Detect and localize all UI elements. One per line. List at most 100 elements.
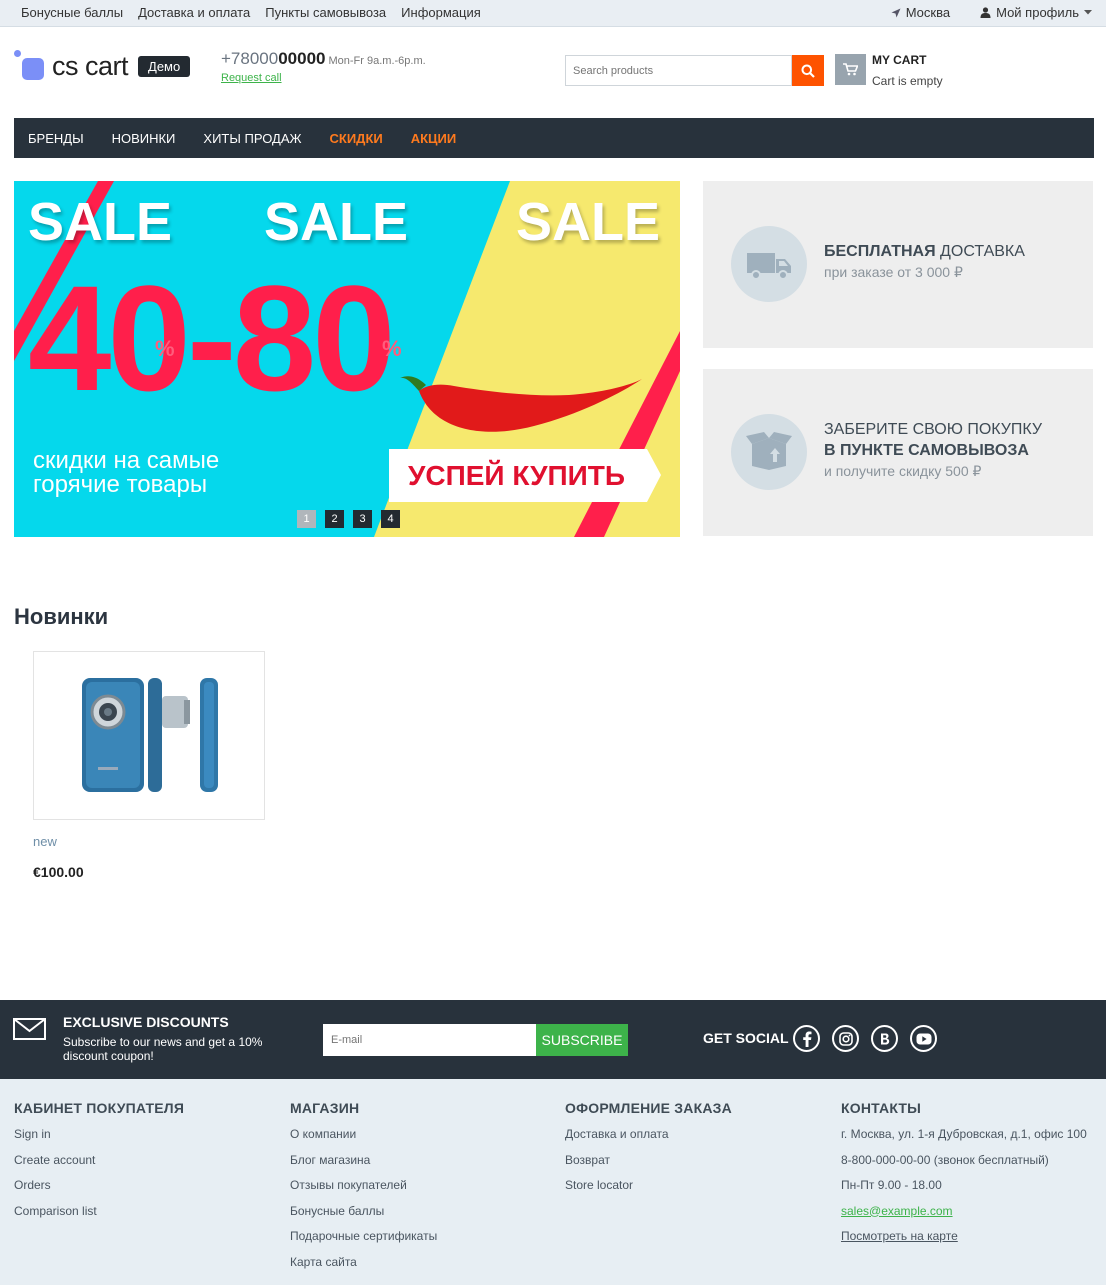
footer-link-blog[interactable]: Блог магазина (290, 1153, 437, 1179)
footer-link-delivery[interactable]: Доставка и оплата (565, 1127, 732, 1153)
cart-button[interactable] (835, 54, 866, 85)
contact-address: г. Москва, ул. 1-я Дубровская, д.1, офис… (841, 1127, 1087, 1141)
subscribe-text: Subscribe to our news and get a 10% disc… (63, 1035, 263, 1063)
nav-item-bestsellers[interactable]: ХИТЫ ПРОДАЖ (203, 131, 301, 146)
map-link[interactable]: Посмотреть на карте (841, 1229, 1087, 1255)
promo-delivery-text: БЕСПЛАТНАЯ ДОСТАВКА при заказе от 3 000 … (824, 241, 1025, 283)
truck-icon (731, 226, 807, 302)
youtube-icon[interactable] (910, 1025, 937, 1052)
top-link-delivery[interactable]: Доставка и оплата (138, 5, 250, 20)
promo-free-delivery[interactable]: БЕСПЛАТНАЯ ДОСТАВКА при заказе от 3 000 … (703, 181, 1093, 348)
product-name[interactable]: new (33, 834, 57, 849)
phone-prefix: +78000 (221, 49, 279, 68)
footer-col-title: КОНТАКТЫ (841, 1100, 922, 1116)
search-input[interactable] (565, 55, 792, 86)
nav-item-new[interactable]: НОВИНКИ (112, 131, 176, 146)
footer-link-about[interactable]: О компании (290, 1127, 437, 1153)
banner-discount: 40-80 (28, 254, 396, 422)
product-image[interactable] (33, 651, 265, 820)
cart-title[interactable]: MY CART (872, 53, 926, 67)
facebook-icon[interactable] (793, 1025, 820, 1052)
footer-link-sign-in[interactable]: Sign in (14, 1127, 184, 1153)
cart-icon (843, 63, 858, 76)
caret-down-icon (1084, 10, 1092, 15)
promo-delivery-title-rest: ДОСТАВКА (935, 243, 1025, 260)
banner-sale-3: SALE (516, 192, 661, 252)
footer-col-title: ОФОРМЛЕНИЕ ЗАКАЗА (565, 1100, 732, 1116)
nav-item-promotions[interactable]: АКЦИИ (411, 131, 457, 146)
profile-label: Мой профиль (996, 5, 1079, 20)
footer-link-comparison[interactable]: Comparison list (14, 1204, 184, 1230)
contact-email-link[interactable]: sales@example.com (841, 1204, 1087, 1230)
top-link-info[interactable]: Информация (401, 5, 481, 20)
email-field[interactable] (323, 1024, 537, 1056)
banner-sale-2: SALE (264, 192, 409, 252)
footer-col-contacts: КОНТАКТЫ г. Москва, ул. 1-я Дубровская, … (841, 1100, 1087, 1255)
contact-hours: Пн-Пт 9.00 - 18.00 (841, 1178, 942, 1192)
demo-badge: Демо (138, 55, 191, 77)
footer-link-bonus[interactable]: Бонусные баллы (290, 1204, 437, 1230)
contact-phone: 8-800-000-00-00 (звонок бесплатный) (841, 1152, 1049, 1167)
camera-phone-image (82, 678, 218, 792)
profile-menu[interactable]: Мой профиль (980, 5, 1092, 20)
footer-link-gift-certificates[interactable]: Подарочные сертификаты (290, 1229, 437, 1255)
location-selector[interactable]: Москва (891, 5, 950, 20)
banner-subtitle-line1: скидки на самые (33, 447, 220, 474)
banner-sale-1: SALE (28, 192, 173, 252)
promo-pickup-line2: В ПУНКТЕ САМОВЫВОЗА (824, 442, 1029, 459)
banner-percent-1: % (155, 336, 175, 361)
main-nav: БРЕНДЫ НОВИНКИ ХИТЫ ПРОДАЖ СКИДКИ АКЦИИ (14, 118, 1094, 158)
banner-page-4[interactable]: 4 (381, 510, 400, 528)
nav-item-discounts[interactable]: СКИДКИ (330, 131, 383, 146)
promo-delivery-title-bold: БЕСПЛАТНАЯ (824, 243, 936, 260)
footer-link-orders[interactable]: Orders (14, 1178, 184, 1204)
search-button[interactable] (792, 55, 824, 86)
footer-col-title: МАГАЗИН (290, 1100, 360, 1116)
footer-col-shop: МАГАЗИН О компании Блог магазина Отзывы … (290, 1100, 437, 1280)
banner-page-3[interactable]: 3 (353, 510, 372, 528)
subscribe-bar: EXCLUSIVE DISCOUNTS Subscribe to our new… (0, 1000, 1106, 1079)
promo-pickup-subtitle: и получите скидку 500 ₽ (824, 463, 982, 479)
footer-col-account: КАБИНЕТ ПОКУПАТЕЛЯ Sign in Create accoun… (14, 1100, 184, 1229)
footer-link-returns[interactable]: Возврат (565, 1153, 732, 1179)
footer: КАБИНЕТ ПОКУПАТЕЛЯ Sign in Create accoun… (0, 1079, 1106, 1285)
banner-subtitle: скидки на самые горячие товары (33, 449, 333, 497)
box-icon (731, 414, 807, 490)
banner-page-1[interactable]: 1 (297, 510, 316, 528)
footer-link-reviews[interactable]: Отзывы покупателей (290, 1178, 437, 1204)
promo-delivery-subtitle: при заказе от 3 000 ₽ (824, 264, 963, 280)
banner-percent-2: % (382, 336, 402, 361)
promo-pickup-text: ЗАБЕРИТЕ СВОЮ ПОКУПКУ В ПУНКТЕ САМОВЫВОЗ… (824, 419, 1042, 482)
banner-cta-button[interactable]: УСПЕЙ КУПИТЬ (389, 449, 661, 502)
footer-col-title: КАБИНЕТ ПОКУПАТЕЛЯ (14, 1100, 185, 1116)
promo-pickup[interactable]: ЗАБЕРИТЕ СВОЮ ПОКУПКУ В ПУНКТЕ САМОВЫВОЗ… (703, 369, 1093, 536)
subscribe-title: EXCLUSIVE DISCOUNTS (63, 1014, 229, 1030)
phone-hours: Mon-Fr 9a.m.-6p.m. (328, 55, 426, 67)
product-price: €100.00 (33, 864, 84, 880)
location-label: Москва (905, 5, 951, 20)
footer-link-sitemap[interactable]: Карта сайта (290, 1255, 437, 1281)
banner-subtitle-line2: горячие товары (33, 471, 208, 498)
top-link-pickup[interactable]: Пункты самовывоза (265, 5, 386, 20)
subscribe-button[interactable]: SUBSCRIBE (536, 1024, 628, 1056)
footer-link-store-locator[interactable]: Store locator (565, 1178, 732, 1204)
top-bar: Бонусные баллы Доставка и оплата Пункты … (0, 0, 1106, 27)
user-icon (980, 7, 991, 18)
logo[interactable]: cs cart Демо (14, 50, 191, 82)
logo-mark-icon (14, 50, 46, 82)
footer-link-create-account[interactable]: Create account (14, 1153, 184, 1179)
footer-col-checkout: ОФОРМЛЕНИЕ ЗАКАЗА Доставка и оплата Возв… (565, 1100, 732, 1204)
phone-main: 00000 (278, 49, 326, 68)
instagram-icon[interactable] (832, 1025, 859, 1052)
search-icon (801, 64, 815, 78)
top-right: Москва Мой профиль (891, 0, 1092, 25)
vk-icon[interactable] (871, 1025, 898, 1052)
banner-page-2[interactable]: 2 (325, 510, 344, 528)
promo-pickup-line1: ЗАБЕРИТЕ СВОЮ ПОКУПКУ (824, 421, 1043, 438)
promo-banner[interactable]: SALE SALE SALE 40-80 % % скидки на самые… (14, 181, 680, 537)
request-call-link[interactable]: Request call (221, 72, 282, 84)
nav-item-brands[interactable]: БРЕНДЫ (28, 131, 84, 146)
location-arrow-icon (891, 8, 901, 17)
top-link-bonus[interactable]: Бонусные баллы (21, 5, 123, 20)
new-products-title: Новинки (14, 604, 109, 629)
